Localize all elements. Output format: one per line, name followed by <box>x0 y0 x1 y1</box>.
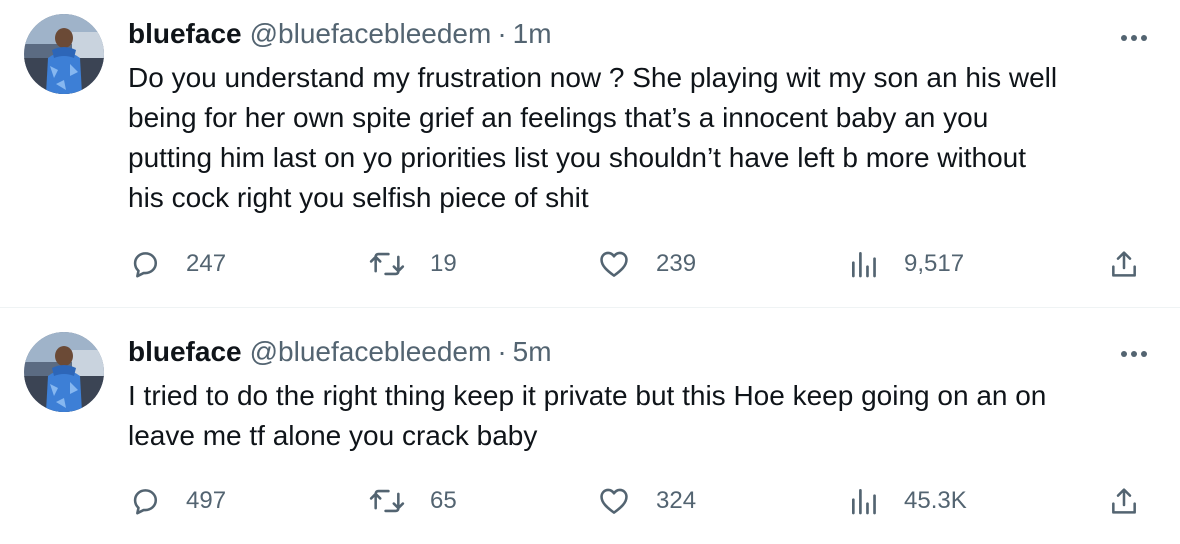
like-button[interactable]: 239 <box>596 240 696 288</box>
heart-icon <box>596 484 632 518</box>
like-count: 324 <box>656 487 697 514</box>
more-button[interactable] <box>1114 334 1154 374</box>
tweet-text: Do you understand my frustration now ? S… <box>128 62 1058 213</box>
reply-button[interactable]: 497 <box>128 477 226 525</box>
views-bar-chart-icon <box>848 484 880 518</box>
retweet-count: 19 <box>430 250 457 277</box>
share-icon <box>1108 484 1140 518</box>
user-handle[interactable]: @bluefacebleedem <box>250 336 492 368</box>
timestamp[interactable]: 1m <box>513 18 552 50</box>
reply-icon <box>128 247 162 281</box>
share-button[interactable] <box>1108 240 1140 288</box>
reply-icon <box>128 484 162 518</box>
like-button[interactable]: 324 <box>596 477 696 525</box>
like-count: 239 <box>656 250 697 277</box>
tweet[interactable]: blueface @bluefacebleedem · 1m Do you un… <box>0 0 1180 308</box>
retweet-button[interactable]: 19 <box>368 240 457 288</box>
tweet-actions: 497 65 324 45.3K <box>128 477 1158 525</box>
tweet-header: blueface @bluefacebleedem · 5m <box>128 332 552 372</box>
more-dots-icon <box>1120 34 1148 42</box>
timestamp[interactable]: 5m <box>513 336 552 368</box>
views-bar-chart-icon <box>848 247 880 281</box>
user-handle[interactable]: @bluefacebleedem <box>250 18 492 50</box>
avatar[interactable] <box>24 332 104 412</box>
display-name[interactable]: blueface <box>128 336 242 368</box>
retweet-icon <box>368 247 406 281</box>
views-button[interactable]: 9,517 <box>848 240 964 288</box>
share-button[interactable] <box>1108 477 1140 525</box>
more-dots-icon <box>1120 350 1148 358</box>
views-count: 9,517 <box>904 250 965 277</box>
reply-button[interactable]: 247 <box>128 240 226 288</box>
tweet[interactable]: blueface @bluefacebleedem · 5m I tried t… <box>0 308 1180 544</box>
display-name[interactable]: blueface <box>128 18 242 50</box>
tweet-text: I tried to do the right thing keep it pr… <box>128 380 1047 451</box>
retweet-button[interactable]: 65 <box>368 477 457 525</box>
tweet-actions: 247 19 239 9,517 <box>128 240 1158 288</box>
reply-count: 247 <box>186 250 227 277</box>
tweet-header: blueface @bluefacebleedem · 1m <box>128 14 552 54</box>
retweet-count: 65 <box>430 487 457 514</box>
separator-dot: · <box>497 336 507 367</box>
views-button[interactable]: 45.3K <box>848 477 967 525</box>
retweet-icon <box>368 484 406 518</box>
views-count: 45.3K <box>904 487 967 514</box>
separator-dot: · <box>497 18 507 49</box>
reply-count: 497 <box>186 487 227 514</box>
heart-icon <box>596 247 632 281</box>
avatar[interactable] <box>24 14 104 94</box>
more-button[interactable] <box>1114 18 1154 58</box>
share-icon <box>1108 247 1140 281</box>
